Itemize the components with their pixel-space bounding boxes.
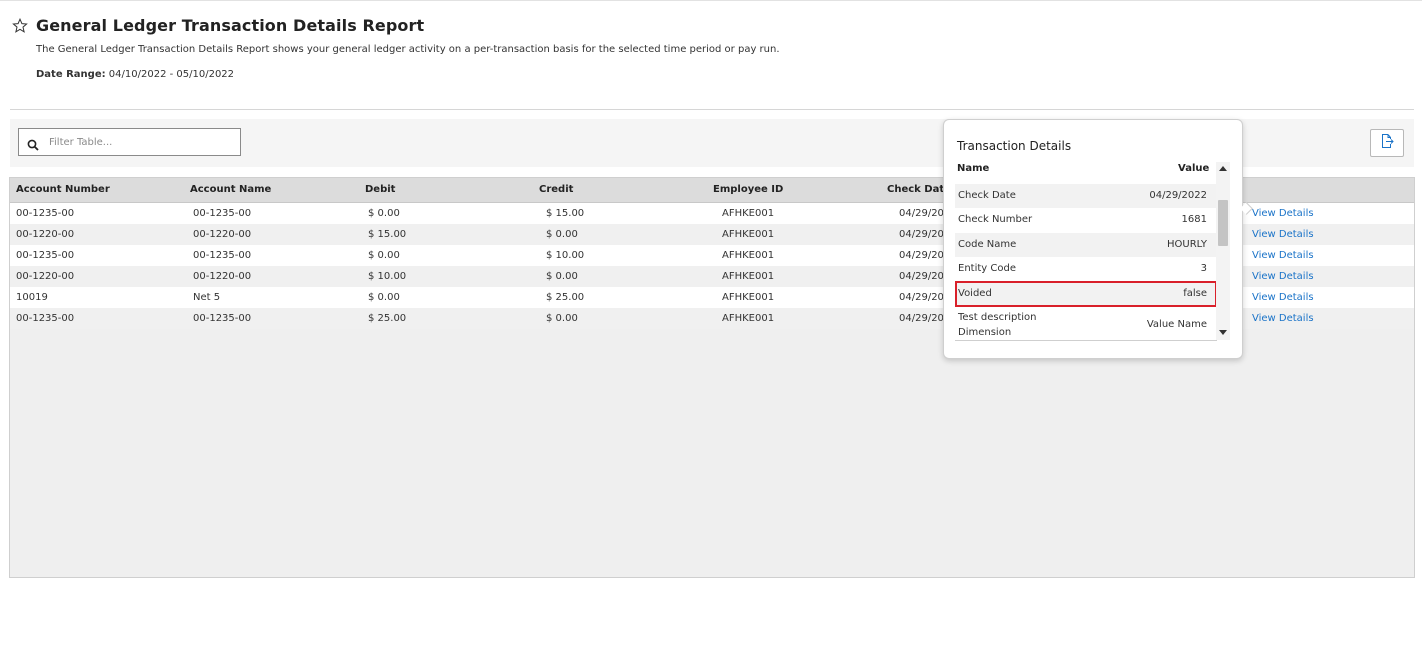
detail-row-check-date: Check Date 04/29/2022: [955, 184, 1217, 208]
detail-value: 1681: [1181, 214, 1207, 225]
view-details-link[interactable]: View Details: [1252, 313, 1314, 324]
column-header-employee-id[interactable]: Employee ID: [713, 184, 783, 195]
popover-title: Transaction Details: [957, 139, 1072, 153]
scroll-down-arrow-icon[interactable]: [1219, 330, 1227, 335]
detail-name: Check Number: [958, 214, 1033, 225]
cell-account-number: 10019: [16, 292, 48, 303]
detail-value: 3: [1200, 263, 1207, 274]
export-icon: [1379, 133, 1395, 153]
detail-name: Test description Dimension: [958, 312, 1037, 338]
date-range: Date Range: 04/10/2022 - 05/10/2022: [36, 69, 234, 80]
view-details-link[interactable]: View Details: [1252, 271, 1314, 282]
scroll-thumb[interactable]: [1218, 200, 1228, 246]
cell-debit: $ 25.00: [368, 313, 407, 324]
cell-account-number: 00-1220-00: [16, 229, 75, 240]
cell-employee-id: AFHKE001: [722, 208, 775, 219]
cell-credit: $ 15.00: [546, 208, 585, 219]
cell-employee-id: AFHKE001: [722, 250, 775, 261]
cell-debit: $ 0.00: [368, 292, 400, 303]
header-divider: [10, 109, 1414, 110]
detail-value: 04/29/2022: [1149, 190, 1207, 201]
column-header-account-name[interactable]: Account Name: [190, 184, 271, 195]
cell-employee-id: AFHKE001: [722, 271, 775, 282]
column-header-credit[interactable]: Credit: [539, 184, 573, 195]
view-details-link[interactable]: View Details: [1252, 250, 1314, 261]
scroll-up-arrow-icon[interactable]: [1219, 166, 1227, 171]
cell-debit: $ 10.00: [368, 271, 407, 282]
cell-account-number: 00-1220-00: [16, 271, 75, 282]
column-header-account-number[interactable]: Account Number: [16, 184, 110, 195]
cell-employee-id: AFHKE001: [722, 229, 775, 240]
cell-credit: $ 0.00: [546, 229, 578, 240]
cell-debit: $ 0.00: [368, 208, 400, 219]
popover-value-header: Value: [1178, 163, 1210, 174]
report-header: General Ledger Transaction Details Repor…: [12, 16, 424, 35]
date-range-value: 04/10/2022 - 05/10/2022: [108, 69, 235, 80]
cell-account-name: 00-1220-00: [193, 229, 252, 240]
view-details-link[interactable]: View Details: [1252, 208, 1314, 219]
date-range-label: Date Range:: [36, 69, 106, 80]
cell-account-number: 00-1235-00: [16, 250, 75, 261]
cell-account-number: 00-1235-00: [16, 208, 75, 219]
cell-account-name: 00-1235-00: [193, 313, 252, 324]
cell-account-name: 00-1235-00: [193, 208, 252, 219]
detail-value: false: [1183, 288, 1207, 299]
cell-employee-id: AFHKE001: [722, 313, 775, 324]
report-description: The General Ledger Transaction Details R…: [36, 44, 780, 55]
favorite-star-icon[interactable]: [12, 17, 28, 34]
cell-account-name: Net 5: [193, 292, 221, 303]
cell-employee-id: AFHKE001: [722, 292, 775, 303]
cell-account-number: 00-1235-00: [16, 313, 75, 324]
column-header-debit[interactable]: Debit: [365, 184, 395, 195]
detail-row-test-description-dimension: Test description Dimension Value Name: [955, 308, 1217, 340]
cell-account-name: 00-1220-00: [193, 271, 252, 282]
cell-debit: $ 15.00: [368, 229, 407, 240]
detail-row-code-name: Code Name HOURLY: [955, 233, 1217, 257]
detail-value: HOURLY: [1166, 239, 1207, 250]
detail-row-entity-code: Entity Code 3: [955, 257, 1217, 281]
search-icon: [27, 136, 39, 151]
column-header-check-date[interactable]: Check Date: [887, 184, 951, 195]
cell-credit: $ 10.00: [546, 250, 585, 261]
top-border: [0, 0, 1422, 1]
detail-row-voided: Voided false: [955, 281, 1217, 307]
detail-name: Entity Code: [958, 263, 1016, 274]
transaction-details-popover: Transaction Details Name Value Check Dat…: [943, 119, 1253, 359]
export-button[interactable]: [1370, 129, 1404, 157]
detail-value: Value Name: [1146, 319, 1207, 330]
cell-credit: $ 25.00: [546, 292, 585, 303]
popover-details-list[interactable]: Check Date 04/29/2022 Check Number 1681 …: [955, 184, 1217, 341]
page-title: General Ledger Transaction Details Repor…: [36, 16, 425, 35]
cell-credit: $ 0.00: [546, 271, 578, 282]
cell-credit: $ 0.00: [546, 313, 578, 324]
filter-box: [18, 128, 241, 156]
popover-scrollbar[interactable]: [1216, 162, 1230, 340]
detail-name: Code Name: [958, 239, 1017, 250]
detail-row-check-number: Check Number 1681: [955, 208, 1217, 232]
detail-name: Voided: [958, 288, 992, 299]
cell-debit: $ 0.00: [368, 250, 400, 261]
popover-name-header: Name: [957, 163, 990, 174]
view-details-link[interactable]: View Details: [1252, 292, 1314, 303]
view-details-link[interactable]: View Details: [1252, 229, 1314, 240]
detail-name: Check Date: [958, 190, 1016, 201]
cell-account-name: 00-1235-00: [193, 250, 252, 261]
filter-table-input[interactable]: [49, 134, 229, 150]
